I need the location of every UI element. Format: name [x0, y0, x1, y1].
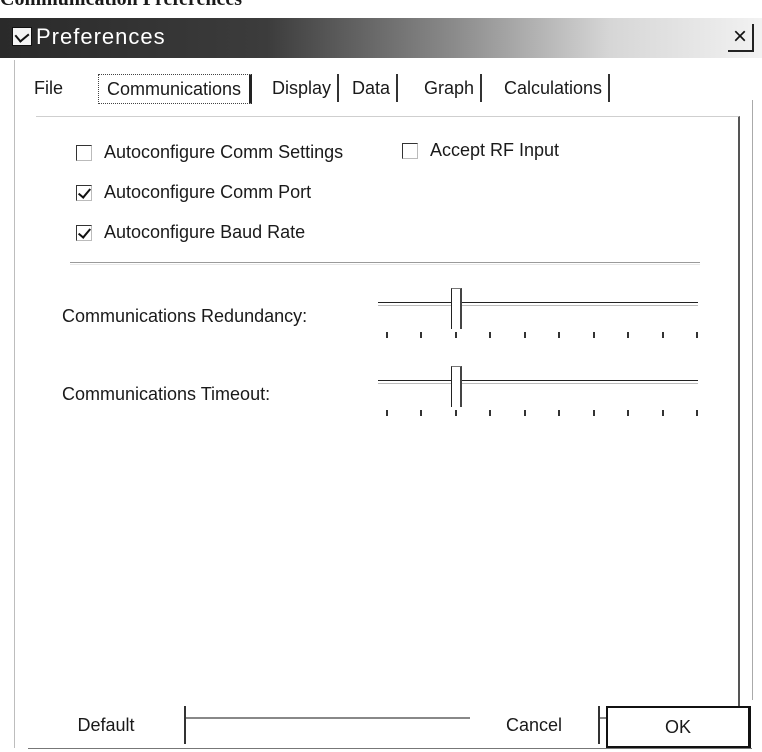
slider-tick: [592, 332, 595, 338]
autoconfigure-comm-settings-label: Autoconfigure Comm Settings: [104, 142, 344, 162]
communications-redundancy-slider[interactable]: [378, 288, 698, 344]
communications-timeout-label: Communications Timeout:: [62, 384, 271, 404]
communications-timeout-slider[interactable]: [378, 366, 698, 422]
accept-rf-input-checkbox[interactable]: [402, 142, 418, 159]
ok-button[interactable]: OK: [606, 706, 751, 749]
preferences-window-icon: [12, 27, 32, 46]
dialog-bottom-edge: [28, 748, 752, 749]
slider-tick: [627, 332, 630, 338]
slider-track: [378, 380, 698, 381]
cancel-button[interactable]: Cancel: [470, 706, 600, 744]
tab-graph[interactable]: Graph: [420, 74, 483, 102]
slider-tick: [627, 410, 630, 416]
tab-file[interactable]: File: [30, 74, 69, 102]
autoconfigure-comm-port-option[interactable]: Autoconfigure Comm Port: [76, 182, 311, 203]
slider-tick: [661, 410, 664, 416]
autoconfigure-comm-port-checkbox[interactable]: [76, 184, 92, 201]
slider-track-shadow: [378, 305, 698, 306]
slider-tick: [489, 410, 492, 416]
tab-calculations[interactable]: Calculations: [500, 74, 611, 102]
slider-tick: [558, 410, 561, 416]
slider-tick: [696, 410, 698, 416]
autoconfigure-baud-rate-checkbox[interactable]: [76, 224, 92, 241]
section-divider: [70, 262, 700, 265]
slider-thumb[interactable]: [450, 288, 462, 329]
autoconfigure-baud-rate-option[interactable]: Autoconfigure Baud Rate: [76, 222, 305, 243]
accept-rf-input-option[interactable]: Accept RF Input: [402, 140, 559, 161]
autoconfigure-comm-settings-checkbox[interactable]: [76, 144, 92, 161]
communications-redundancy-label: Communications Redundancy:: [62, 306, 308, 326]
slider-tick: [592, 410, 595, 416]
close-button[interactable]: ×: [728, 24, 754, 52]
slider-tick: [386, 410, 388, 416]
slider-tick: [386, 332, 388, 338]
autoconfigure-comm-port-label: Autoconfigure Comm Port: [104, 182, 312, 202]
slider-track: [378, 302, 698, 303]
slider-thumb[interactable]: [450, 366, 462, 407]
slider-tick: [454, 332, 457, 338]
slider-tick: [523, 332, 526, 338]
window-titlebar[interactable]: Preferences ×: [0, 18, 762, 58]
slider-tick: [523, 410, 526, 416]
default-button[interactable]: Default: [28, 706, 186, 744]
autoconfigure-baud-rate-label: Autoconfigure Baud Rate: [104, 222, 306, 242]
tab-communications[interactable]: Communications: [98, 74, 253, 104]
panel-edge: [752, 100, 753, 700]
slider-tick: [558, 332, 561, 338]
tab-display[interactable]: Display: [268, 74, 340, 102]
window-title: Preferences: [36, 24, 166, 49]
tab-data[interactable]: Data: [348, 74, 399, 102]
slider-tick: [420, 410, 423, 416]
slider-tick: [489, 332, 492, 338]
document-heading: Communication Preferences: [0, 0, 242, 11]
slider-tick: [661, 332, 664, 338]
accept-rf-input-label: Accept RF Input: [430, 140, 560, 160]
slider-track-shadow: [378, 383, 698, 384]
slider-tick: [696, 332, 698, 338]
slider-tick: [420, 332, 423, 338]
slider-tick: [454, 410, 457, 416]
autoconfigure-comm-settings-option[interactable]: Autoconfigure Comm Settings: [76, 142, 343, 163]
